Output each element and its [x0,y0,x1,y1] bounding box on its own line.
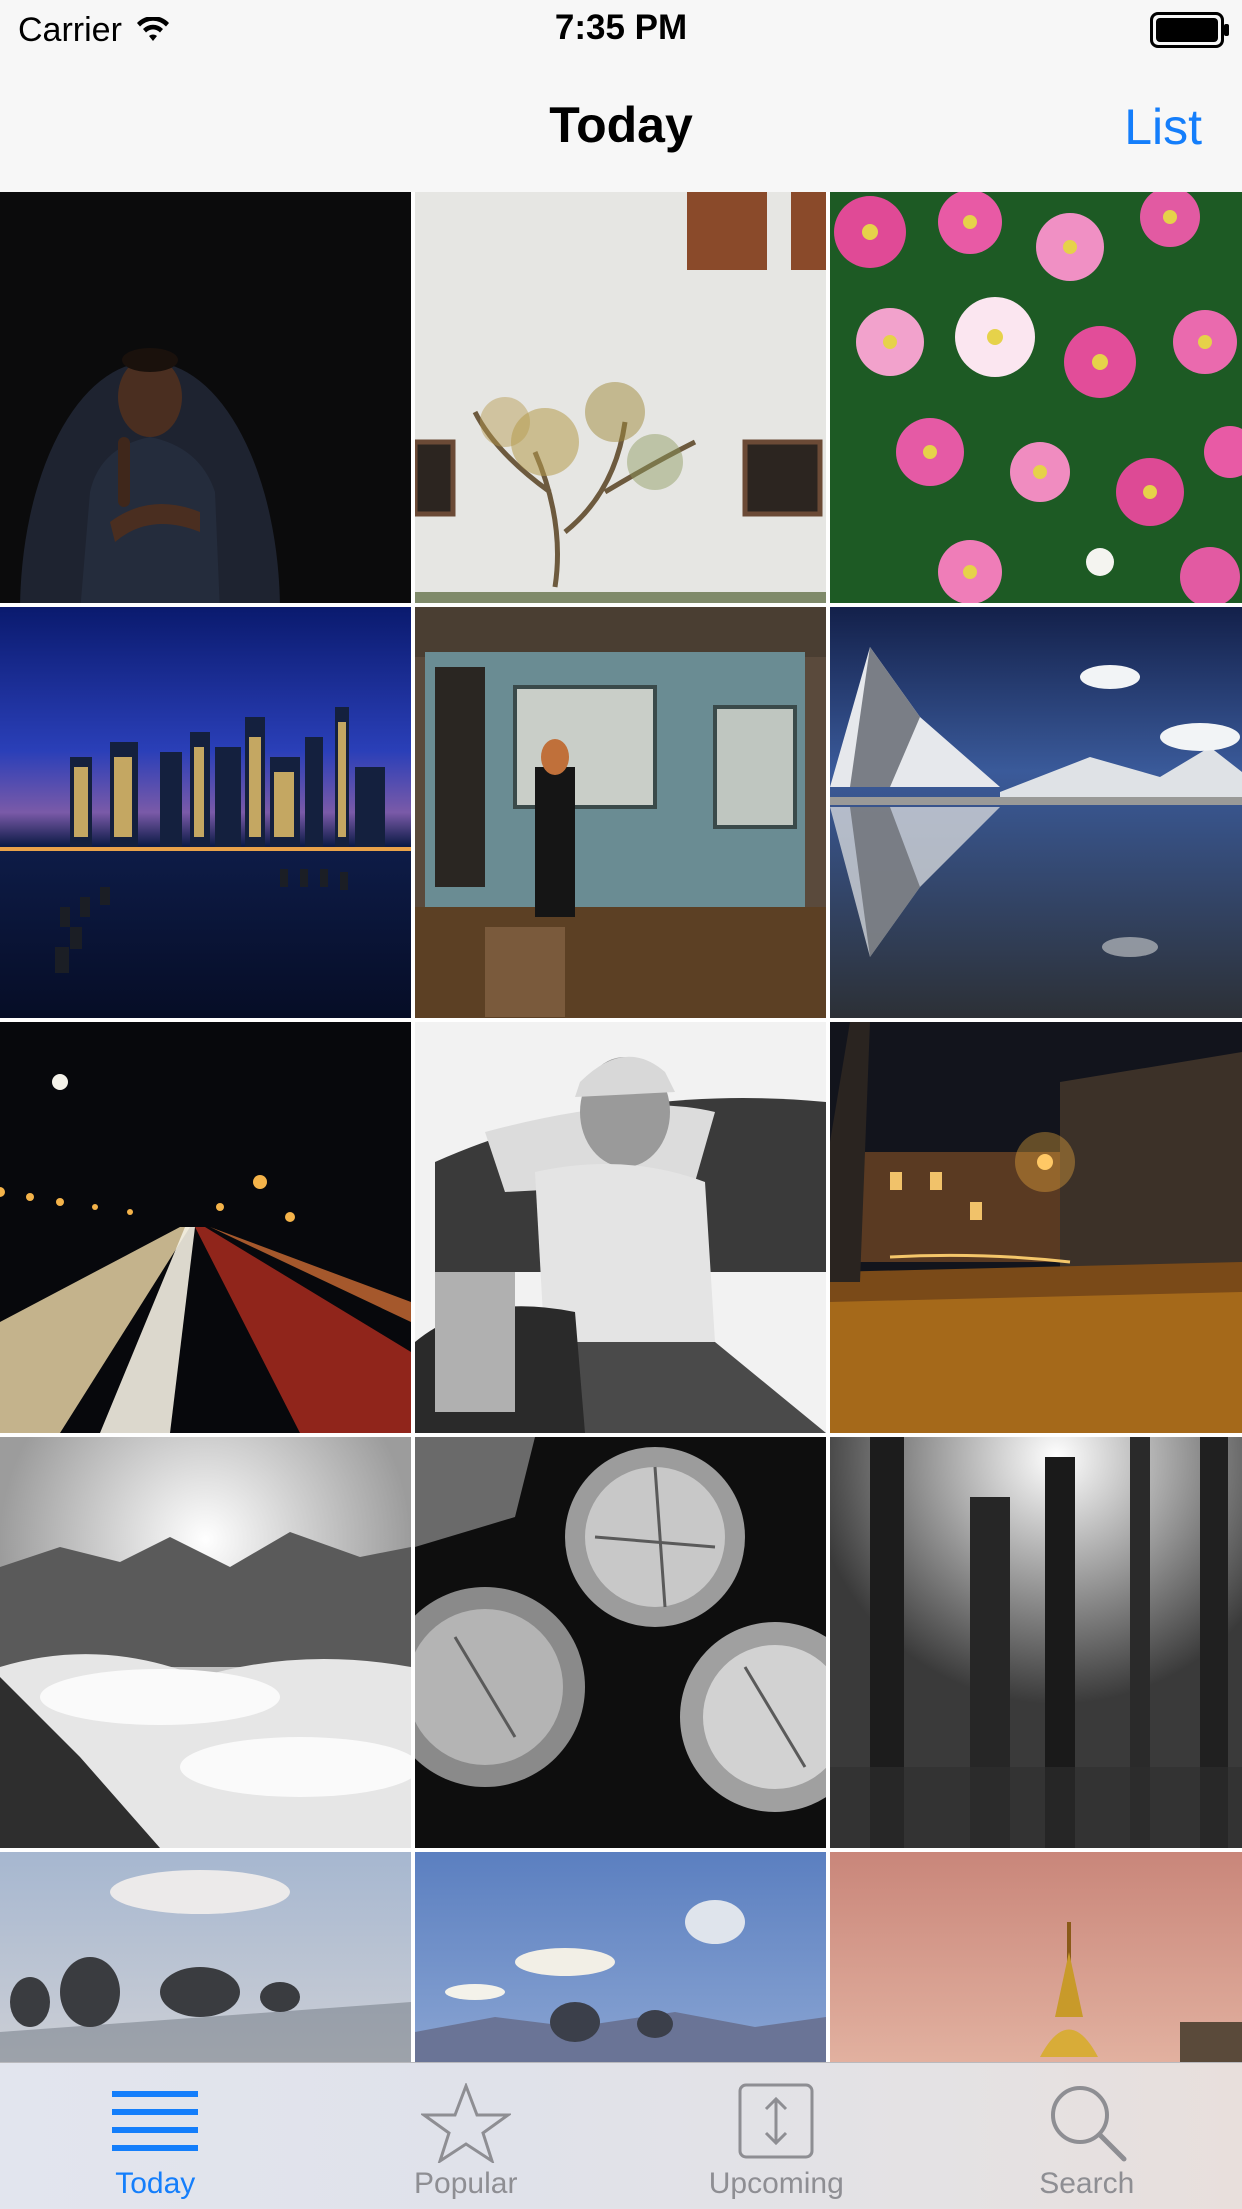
photo-tile-12[interactable] [830,1437,1242,1848]
tab-upcoming[interactable]: Upcoming [621,2063,932,2209]
photo-tile-6[interactable] [830,607,1242,1018]
tab-today[interactable]: Today [0,2063,311,2209]
photo-stacked-logs [415,1437,826,1848]
photo-tile-3[interactable] [830,192,1242,603]
navigation-bar: Today List [0,60,1242,193]
photo-highway-trails [0,1022,411,1433]
list-icon [112,2089,198,2153]
photo-pink-flowers [830,192,1242,603]
photo-golden-pagoda [830,1852,1242,2062]
photo-tile-5[interactable] [415,607,826,1018]
photo-mountain-reflection [830,607,1242,1018]
status-time: 7:35 PM [0,8,1242,48]
photo-tile-14[interactable] [415,1852,826,2062]
photo-tile-13[interactable] [0,1852,411,2062]
page-title: Today [0,96,1242,154]
upcoming-icon [738,2083,814,2159]
photo-old-man [415,1022,826,1433]
status-bar: Carrier 7:35 PM [0,0,1242,60]
photo-man-portrait [0,192,411,603]
photo-city-skyline [0,607,411,1018]
photo-tile-10[interactable] [0,1437,411,1848]
photo-mountains-clouds [0,1437,411,1848]
photo-woman-shed [415,607,826,1018]
photo-tile-8[interactable] [415,1022,826,1433]
photo-village-street [830,1022,1242,1433]
tab-search-label: Search [932,2167,1242,2201]
tab-bar: Today Popular Upcoming Search [0,2062,1242,2209]
photo-tile-4[interactable] [0,607,411,1018]
star-icon [421,2083,511,2163]
battery-icon [1150,12,1224,48]
tab-popular-label: Popular [311,2167,622,2201]
photo-misty-trees [0,1852,411,2062]
photo-vine-wall [415,192,826,603]
tab-search[interactable]: Search [932,2063,1242,2209]
photo-tile-7[interactable] [0,1022,411,1433]
tab-today-label: Today [0,2167,311,2201]
photo-forest [830,1437,1242,1848]
list-button[interactable]: List [1124,98,1202,156]
photo-blue-sky [415,1852,826,2062]
photo-tile-1[interactable] [0,192,411,603]
photo-tile-11[interactable] [415,1437,826,1848]
photo-tile-9[interactable] [830,1022,1242,1433]
photo-grid[interactable] [0,192,1242,2062]
battery-level [1156,18,1218,42]
photo-tile-2[interactable] [415,192,826,603]
tab-upcoming-label: Upcoming [621,2167,932,2201]
tab-popular[interactable]: Popular [311,2063,622,2209]
photo-tile-15[interactable] [830,1852,1242,2062]
search-icon [1046,2081,1128,2163]
